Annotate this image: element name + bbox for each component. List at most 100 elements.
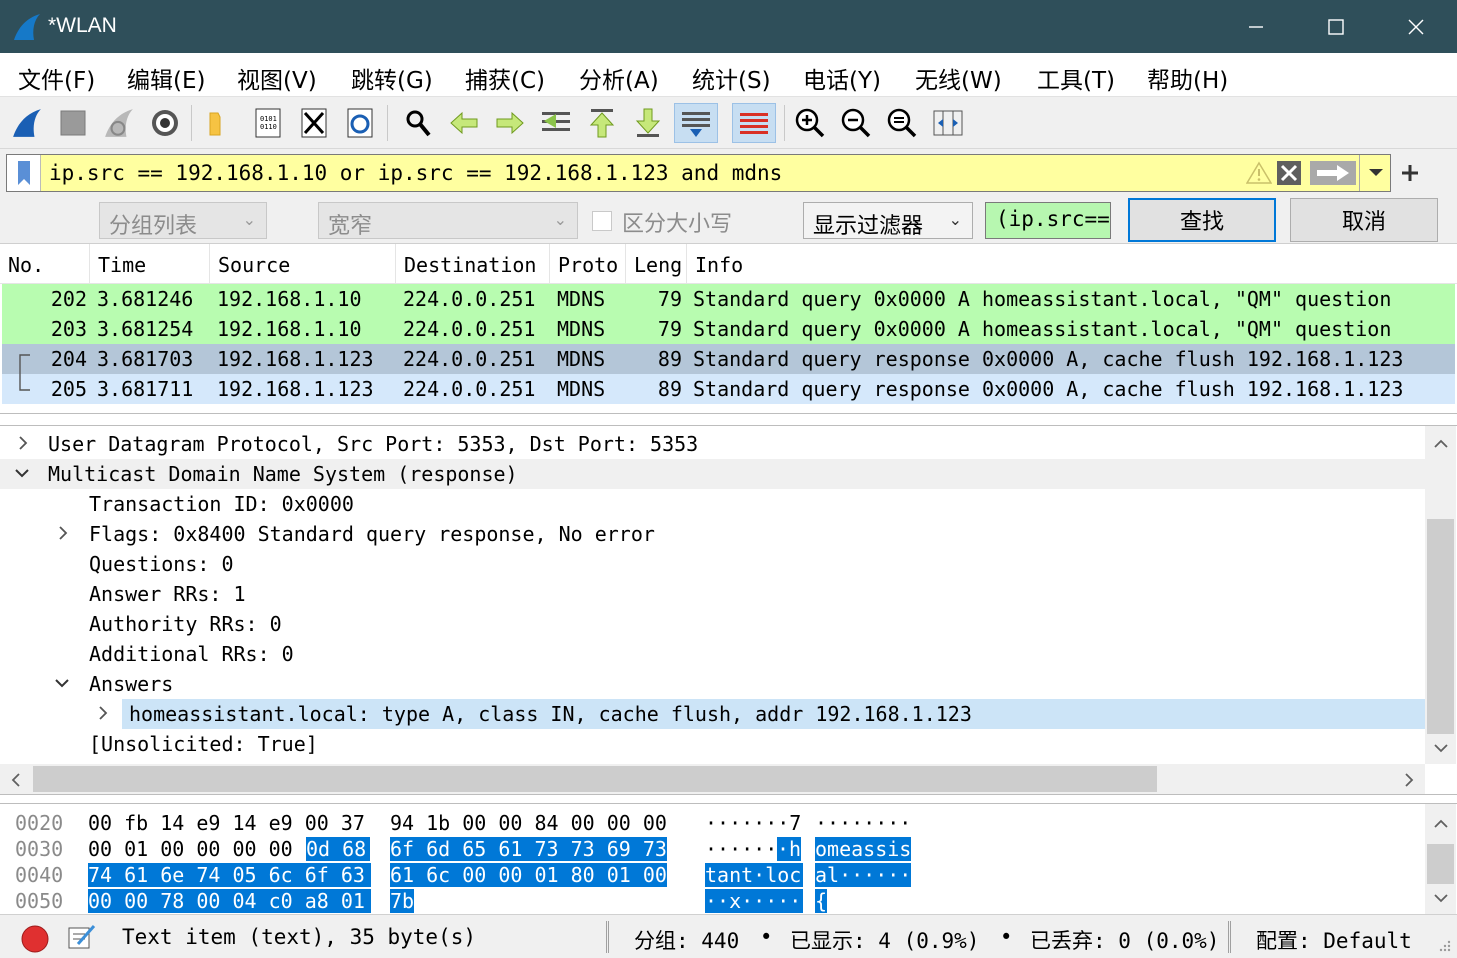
chevron-right-icon[interactable]: [15, 433, 33, 453]
tree-node-questions[interactable]: Questions: 0: [0, 549, 1425, 579]
search-scope-label: 分组列表: [109, 214, 198, 239]
menu-statistics[interactable]: 统计(S): [692, 61, 771, 95]
details-vertical-scrollbar[interactable]: [1425, 426, 1456, 764]
column-header-no[interactable]: No.: [0, 244, 90, 284]
chevron-right-icon[interactable]: [95, 703, 113, 723]
filter-history-dropdown[interactable]: [1359, 155, 1391, 191]
tree-node-flags[interactable]: Flags: 0x8400 Standard query response, N…: [0, 519, 1425, 549]
save-file-button[interactable]: 0101 0110: [248, 103, 288, 143]
menu-view[interactable]: 视图(V): [237, 61, 317, 95]
packet-row[interactable]: 203 3.681254 192.168.1.10 224.0.0.251 MD…: [2, 314, 1455, 344]
go-to-packet-button[interactable]: [536, 103, 576, 143]
chevron-down-icon[interactable]: [13, 463, 31, 483]
column-header-protocol[interactable]: Proto: [550, 244, 626, 284]
bytes-vertical-scrollbar[interactable]: [1425, 804, 1456, 914]
tree-node-answer-record[interactable]: homeassistant.local: type A, class IN, c…: [0, 699, 1425, 729]
tree-node-mdns[interactable]: Multicast Domain Name System (response): [0, 459, 1425, 489]
tree-node-additional-rrs[interactable]: Additional RRs: 0: [0, 639, 1425, 669]
packet-row[interactable]: 202 3.681246 192.168.1.10 224.0.0.251 MD…: [2, 284, 1455, 314]
column-header-destination[interactable]: Destination: [396, 244, 550, 284]
clear-filter-button[interactable]: [1274, 155, 1304, 191]
close-button[interactable]: [1376, 0, 1456, 53]
zoom-out-button[interactable]: [836, 103, 876, 143]
search-type-select[interactable]: 显示过滤器 ⌄: [803, 202, 973, 239]
scroll-up-icon[interactable]: [1433, 818, 1449, 830]
colorize-button[interactable]: [732, 103, 776, 143]
go-forward-button[interactable]: [490, 103, 530, 143]
go-last-packet-button[interactable]: [628, 103, 668, 143]
cancel-button[interactable]: 取消: [1290, 198, 1438, 242]
scroll-up-icon[interactable]: [1433, 438, 1449, 450]
details-hscroll-thumb[interactable]: [33, 766, 1157, 792]
menu-go[interactable]: 跳转(G): [351, 61, 433, 95]
close-file-button[interactable]: [294, 103, 334, 143]
chevron-right-icon[interactable]: [55, 523, 73, 543]
details-vscroll-thumb[interactable]: [1427, 519, 1454, 734]
details-horizontal-scrollbar[interactable]: [0, 764, 1425, 794]
scroll-left-icon[interactable]: [10, 772, 22, 788]
bytes-offset: 0030: [15, 837, 64, 861]
packet-time: 3.681711: [97, 377, 194, 401]
tree-node-answer-rrs[interactable]: Answer RRs: 1: [0, 579, 1425, 609]
apply-filter-button[interactable]: [1307, 155, 1359, 191]
menu-tools[interactable]: 工具(T): [1037, 61, 1115, 95]
start-capture-button[interactable]: [7, 103, 47, 143]
status-profile[interactable]: 配置: Default: [1256, 925, 1412, 955]
minimize-button[interactable]: [1216, 0, 1296, 53]
go-back-button[interactable]: [444, 103, 484, 143]
zoom-in-button[interactable]: [790, 103, 830, 143]
restart-capture-button[interactable]: [99, 103, 139, 143]
open-file-button[interactable]: [200, 103, 240, 143]
folder-icon: [209, 112, 221, 136]
search-charset-select[interactable]: 宽窄 ⌄: [318, 202, 578, 239]
reload-file-button[interactable]: [340, 103, 380, 143]
tree-node-label: Multicast Domain Name System (response): [48, 462, 518, 486]
maximize-button[interactable]: [1296, 0, 1376, 53]
tree-node-authority-rrs[interactable]: Authority RRs: 0: [0, 609, 1425, 639]
packet-info: Standard query response 0x0000 A, cache …: [693, 377, 1404, 401]
display-filter-input[interactable]: [49, 159, 1149, 187]
scroll-down-icon[interactable]: [1433, 742, 1449, 754]
tree-node-unsolicited[interactable]: [Unsolicited: True]: [0, 729, 1425, 759]
scroll-down-icon[interactable]: [1433, 892, 1449, 904]
packet-row-selected[interactable]: 204 3.681703 192.168.1.123 224.0.0.251 M…: [2, 344, 1455, 376]
go-first-packet-button[interactable]: [582, 103, 622, 143]
menu-wireless[interactable]: 无线(W): [915, 61, 1002, 95]
stop-capture-button[interactable]: [53, 103, 93, 143]
menu-edit[interactable]: 编辑(E): [127, 61, 205, 95]
resize-columns-button[interactable]: [928, 103, 968, 143]
packet-list: No. Time Source Destination Proto Leng I…: [0, 244, 1457, 414]
zoom-reset-button[interactable]: [882, 103, 922, 143]
colorize-lines-icon: [740, 113, 768, 134]
resize-grip-icon[interactable]: [1436, 939, 1452, 955]
capture-comment-icon[interactable]: [66, 922, 96, 952]
column-header-source[interactable]: Source: [210, 244, 396, 284]
find-packet-button[interactable]: [398, 103, 438, 143]
menu-file[interactable]: 文件(F): [18, 61, 95, 95]
filter-bookmark-button[interactable]: [7, 155, 41, 191]
menu-capture[interactable]: 捕获(C): [465, 61, 545, 95]
menu-analyze[interactable]: 分析(A): [579, 61, 659, 95]
packet-protocol: MDNS: [557, 317, 606, 341]
auto-scroll-button[interactable]: [674, 103, 718, 143]
column-header-info[interactable]: Info: [687, 244, 1457, 284]
tree-node-udp[interactable]: User Datagram Protocol, Src Port: 5353, …: [0, 429, 1425, 459]
capture-options-button[interactable]: [145, 103, 185, 143]
bytes-vscroll-thumb[interactable]: [1427, 844, 1454, 884]
column-header-time[interactable]: Time: [90, 244, 210, 284]
scroll-right-icon[interactable]: [1403, 772, 1415, 788]
find-button[interactable]: 查找: [1128, 198, 1276, 242]
add-filter-button[interactable]: [1400, 157, 1420, 190]
tree-node-transaction-id[interactable]: Transaction ID: 0x0000: [0, 489, 1425, 519]
gear-icon: [152, 110, 178, 136]
packet-row[interactable]: 205 3.681711 192.168.1.123 224.0.0.251 M…: [2, 374, 1455, 404]
chevron-down-icon[interactable]: [53, 673, 71, 693]
column-header-length[interactable]: Leng: [626, 244, 687, 284]
search-scope-select[interactable]: 分组列表 ⌄: [99, 202, 267, 239]
menu-telephony[interactable]: 电话(Y): [803, 61, 881, 95]
search-string-input[interactable]: (ip.src==1: [985, 202, 1111, 239]
menu-help[interactable]: 帮助(H): [1147, 61, 1228, 95]
expert-info-red-dot-icon[interactable]: [20, 924, 50, 954]
tree-node-answers[interactable]: Answers: [0, 669, 1425, 699]
case-sensitive-checkbox[interactable]: [592, 211, 612, 231]
